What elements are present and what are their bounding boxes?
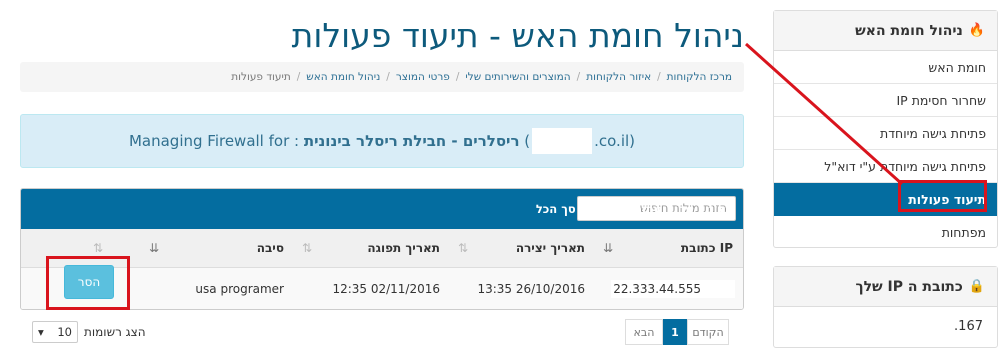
annotation-arrow: [744, 42, 904, 186]
